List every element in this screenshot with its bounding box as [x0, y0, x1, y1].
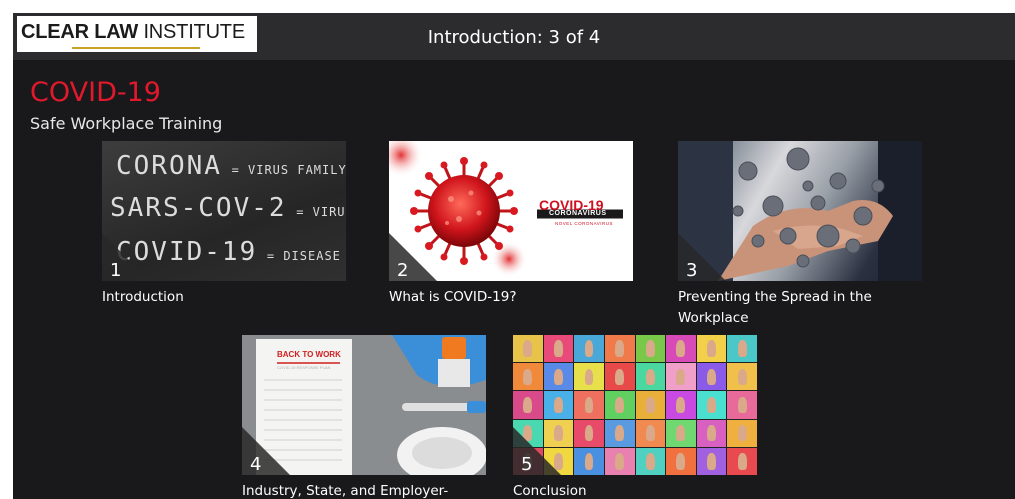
chalk-line-1: CORONA = VIRUS FAMILY	[116, 151, 346, 181]
virus-image[interactable]: COVID-19 CORONAVIRUS NOVEL CORONAVIRUS 2	[389, 141, 633, 281]
module-label[interactable]: Conclusion	[513, 481, 733, 499]
module-number: 1	[110, 260, 122, 281]
chalk-line-2: SARS-COV-2 = VIRUS	[110, 193, 346, 223]
module-card-what-is-covid[interactable]: COVID-19 CORONAVIRUS NOVEL CORONAVIRUS 2…	[389, 141, 633, 308]
covid-badge-caption: NOVEL CORONAVIRUS	[555, 221, 614, 226]
module-card-industry-state-employer[interactable]: BACK TO WORK COVID-19 RESPONSE PLAN 4 In…	[242, 335, 486, 499]
back-to-work-note-line: COVID-19 RESPONSE PLAN	[277, 365, 331, 370]
module-number: 4	[250, 454, 262, 475]
handshake-image[interactable]: 3	[678, 141, 922, 281]
module-label[interactable]: Industry, State, and Employer-	[242, 481, 462, 499]
back-to-work-image[interactable]: BACK TO WORK COVID-19 RESPONSE PLAN 4	[242, 335, 486, 475]
module-number: 5	[521, 454, 533, 475]
module-card-conclusion[interactable]: 5 Conclusion	[513, 335, 757, 499]
course-title: COVID-19	[30, 77, 161, 108]
top-bar: CLEAR LAW INSTITUTE Introduction: 3 of 4	[13, 13, 1015, 60]
module-number: 3	[686, 260, 698, 281]
covid-badge-subtitle: CORONAVIRUS	[549, 210, 607, 217]
masked-faces-grid-image[interactable]: 5	[513, 335, 757, 475]
course-subtitle: Safe Workplace Training	[30, 114, 223, 133]
progress-indicator: Introduction: 3 of 4	[427, 27, 601, 48]
chalkboard-image[interactable]: CORONA = VIRUS FAMILY SARS-COV-2 = VIRUS…	[102, 141, 346, 281]
module-card-preventing-spread[interactable]: 3 Preventing the Spread in the Workplace	[678, 141, 922, 329]
back-to-work-note-title: BACK TO WORK	[277, 350, 341, 359]
module-number: 2	[397, 260, 409, 281]
module-label[interactable]: Preventing the Spread in the Workplace	[678, 287, 898, 329]
module-label[interactable]: What is COVID-19?	[389, 287, 609, 308]
module-label[interactable]: Introduction	[102, 287, 322, 308]
module-card-introduction[interactable]: CORONA = VIRUS FAMILY SARS-COV-2 = VIRUS…	[102, 141, 346, 308]
course-player: CLEAR LAW INSTITUTE Introduction: 3 of 4…	[13, 13, 1015, 499]
